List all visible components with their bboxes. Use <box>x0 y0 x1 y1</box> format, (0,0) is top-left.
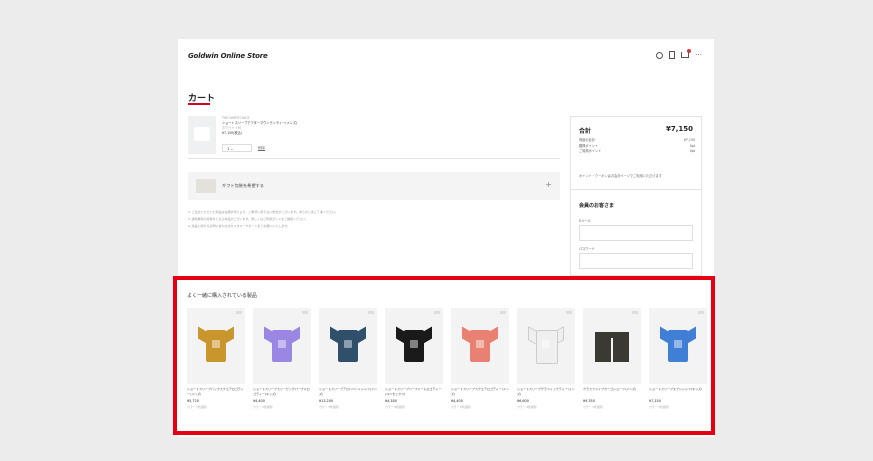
recommend-item[interactable]: クラスファイブカーゴショーツ(メンズ) ¥9,350 カラー 3色展開 <box>583 308 641 409</box>
product-image[interactable] <box>451 308 509 384</box>
recommend-item-price: ¥7,150 <box>649 399 661 403</box>
recommend-item[interactable]: ショートスリーブアロハベントシャツ(メンズ) ¥13,200 カラー 3色展開 <box>319 308 377 409</box>
recommend-item-colors: カラー 3色展開 <box>583 405 603 409</box>
shorts-icon <box>595 332 629 362</box>
brand-tag-icon <box>236 311 242 314</box>
cart-icon[interactable] <box>681 49 692 58</box>
tshirt-icon <box>528 325 564 364</box>
recommend-item-colors: カラー 8色展開 <box>385 405 405 409</box>
product-image[interactable] <box>385 308 443 384</box>
recommend-list: ショートスリーブバックスクエアロゴティー(メンズ) ¥5,720 カラー 7色展開シ… <box>187 308 707 409</box>
order-summary: 合計 ¥7,150 商品の合計 ¥7,150 獲得ポイント 0pt ご利用ポイント 0… <box>570 116 702 276</box>
note-line: ※ ご注文いただいた商品は在庫状況により、ご希望に添えない場合がございます。あら… <box>188 210 338 214</box>
expand-plus-icon[interactable]: + <box>545 180 552 189</box>
recommend-item[interactable]: ショートスリーブスクエアロゴティー(メンズ) ¥4,400 カラー 6色展開 <box>451 308 509 409</box>
cart-item: THE NORTH FACE ショートスリーブアフターマウンテンティー(メンズ)… <box>188 116 560 159</box>
product-image[interactable] <box>517 308 575 384</box>
summary-heading: 合計 <box>579 128 592 135</box>
recommend-item[interactable]: ショートスリーブスリーピングパープルロゴティー(キッズ) ¥4,400 カラー 5色… <box>253 308 311 409</box>
tshirt-icon <box>660 326 696 364</box>
brand-tag-icon <box>500 311 506 314</box>
brand-tag-icon <box>368 311 374 314</box>
product-image[interactable] <box>319 308 377 384</box>
remove-link[interactable]: 削除 <box>258 146 265 151</box>
recommend-item-price: ¥4,400 <box>451 399 463 403</box>
search-icon[interactable] <box>656 51 664 59</box>
quantity-select[interactable]: 1 ⌄ <box>222 144 252 152</box>
recommend-item-price: ¥4,400 <box>253 399 265 403</box>
product-image[interactable] <box>187 308 245 384</box>
recommend-item-colors: カラー 4色展開 <box>517 405 537 409</box>
more-menu-icon[interactable]: ··· <box>695 51 702 59</box>
member-login-title: 会員のお客さま <box>579 203 615 209</box>
recommend-title: よく一緒に購入されている製品 <box>187 293 257 299</box>
summary-line: ご利用ポイント 0pt <box>579 149 695 153</box>
product-info: THE NORTH FACE ショートスリーブアフターマウンテンティー(メンズ)… <box>222 116 297 136</box>
summary-lines: 商品の合計 ¥7,150 獲得ポイント 0pt ご利用ポイント 0pt <box>579 138 695 155</box>
email-label: Eメール <box>579 219 591 223</box>
product-image[interactable] <box>649 308 707 384</box>
recommend-item-colors: カラー 2色展開 <box>649 405 669 409</box>
divider <box>571 189 701 190</box>
summary-total: ¥7,150 <box>665 125 693 133</box>
product-image[interactable] <box>253 308 311 384</box>
recommend-item[interactable]: ショートスリーブグラフィックティー(メンズ) ¥6,600 カラー 4色展開 <box>517 308 575 409</box>
brand-tag-icon <box>302 311 308 314</box>
recommend-item[interactable]: ショートスリーブバックスクエアロゴティー(メンズ) ¥5,720 カラー 7色展開 <box>187 308 245 409</box>
password-label: パスワード <box>579 247 595 251</box>
brand-tag-icon <box>698 311 704 314</box>
product-thumbnail[interactable] <box>188 116 216 154</box>
gift-wrap-label: ギフト包装を希望する <box>222 183 264 188</box>
recommend-item-colors: カラー 3色展開 <box>319 405 339 409</box>
tshirt-icon <box>264 326 300 364</box>
points-note: ポイント・クーポンはお会計ページでご利用いただけます <box>579 174 662 178</box>
recommend-item-colors: カラー 7色展開 <box>187 405 207 409</box>
recommend-highlight: よく一緒に購入されている製品 ショートスリーブバックスクエアロゴティー(メンズ)… <box>173 276 715 435</box>
recommend-item-colors: カラー 6色展開 <box>451 405 471 409</box>
recommend-item-name[interactable]: ショートスリーブスクエアロゴティー(メンズ) <box>451 387 509 396</box>
product-image[interactable] <box>583 308 641 384</box>
recommend-item-price: ¥4,180 <box>385 399 397 403</box>
recommend-item-price: ¥6,600 <box>517 399 529 403</box>
note-line: ※ 送料無料の対象外となる商品がございます。詳しくはご利用ガイドをご確認ください… <box>188 217 309 221</box>
tshirt-icon <box>462 326 498 364</box>
favorites-icon[interactable] <box>669 51 676 59</box>
note-line: ※ 商品に関するお問い合わせはカスタマーサポートまでお願いいたします。 <box>188 224 291 228</box>
recommend-item-name[interactable]: ショートスリーブスリーピングパープルロゴティー(キッズ) <box>253 387 311 396</box>
recommend-item-name[interactable]: ショートスリーブアロハベントシャツ(メンズ) <box>319 387 377 396</box>
brand-tag-icon <box>632 311 638 314</box>
email-field[interactable] <box>579 225 693 241</box>
tshirt-icon <box>396 326 432 364</box>
title-underline <box>188 103 210 105</box>
recommend-item-name[interactable]: ショートスリーブグラフィックティー(メンズ) <box>517 387 575 396</box>
quantity-value: 1 <box>227 147 230 151</box>
brand-tag-icon <box>566 311 572 314</box>
recommend-item-price: ¥9,350 <box>583 399 595 403</box>
recommend-item-price: ¥5,720 <box>187 399 199 403</box>
recommend-item[interactable]: ショートスリーブハーフドームロゴティー(ユニセックス) ¥4,180 カラー 8色展… <box>385 308 443 409</box>
cart-badge <box>687 49 692 53</box>
gift-wrap-option[interactable]: ギフト包装を希望する + <box>188 172 560 200</box>
product-price: ¥7,150(税込) <box>222 131 243 135</box>
recommend-item-name[interactable]: クラスファイブカーゴショーツ(メンズ) <box>583 387 641 396</box>
recommend-item-name[interactable]: ショートスリーブバックスクエアロゴティー(メンズ) <box>187 387 245 396</box>
recommend-item[interactable]: ショートスリーブヌプシシャツ(キッズ) ¥7,150 カラー 2色展開 <box>649 308 707 409</box>
recommend-item-colors: カラー 5色展開 <box>253 405 273 409</box>
password-field[interactable] <box>579 253 693 269</box>
brand-tag-icon <box>434 311 440 314</box>
tshirt-icon <box>330 326 366 364</box>
recommend-item-name[interactable]: ショートスリーブヌプシシャツ(キッズ) <box>649 387 707 396</box>
tshirt-icon <box>198 326 234 364</box>
cart-notes: ※ ご注文いただいた商品は在庫状況により、ご希望に添えない場合がございます。あら… <box>188 209 560 230</box>
header-icons: ··· <box>656 49 702 59</box>
recommend-item-name[interactable]: ショートスリーブハーフドームロゴティー(ユニセックス) <box>385 387 443 396</box>
gift-box-icon <box>196 179 216 193</box>
store-logo[interactable]: Goldwin Online Store <box>188 52 268 60</box>
recommend-item-price: ¥13,200 <box>319 399 334 403</box>
